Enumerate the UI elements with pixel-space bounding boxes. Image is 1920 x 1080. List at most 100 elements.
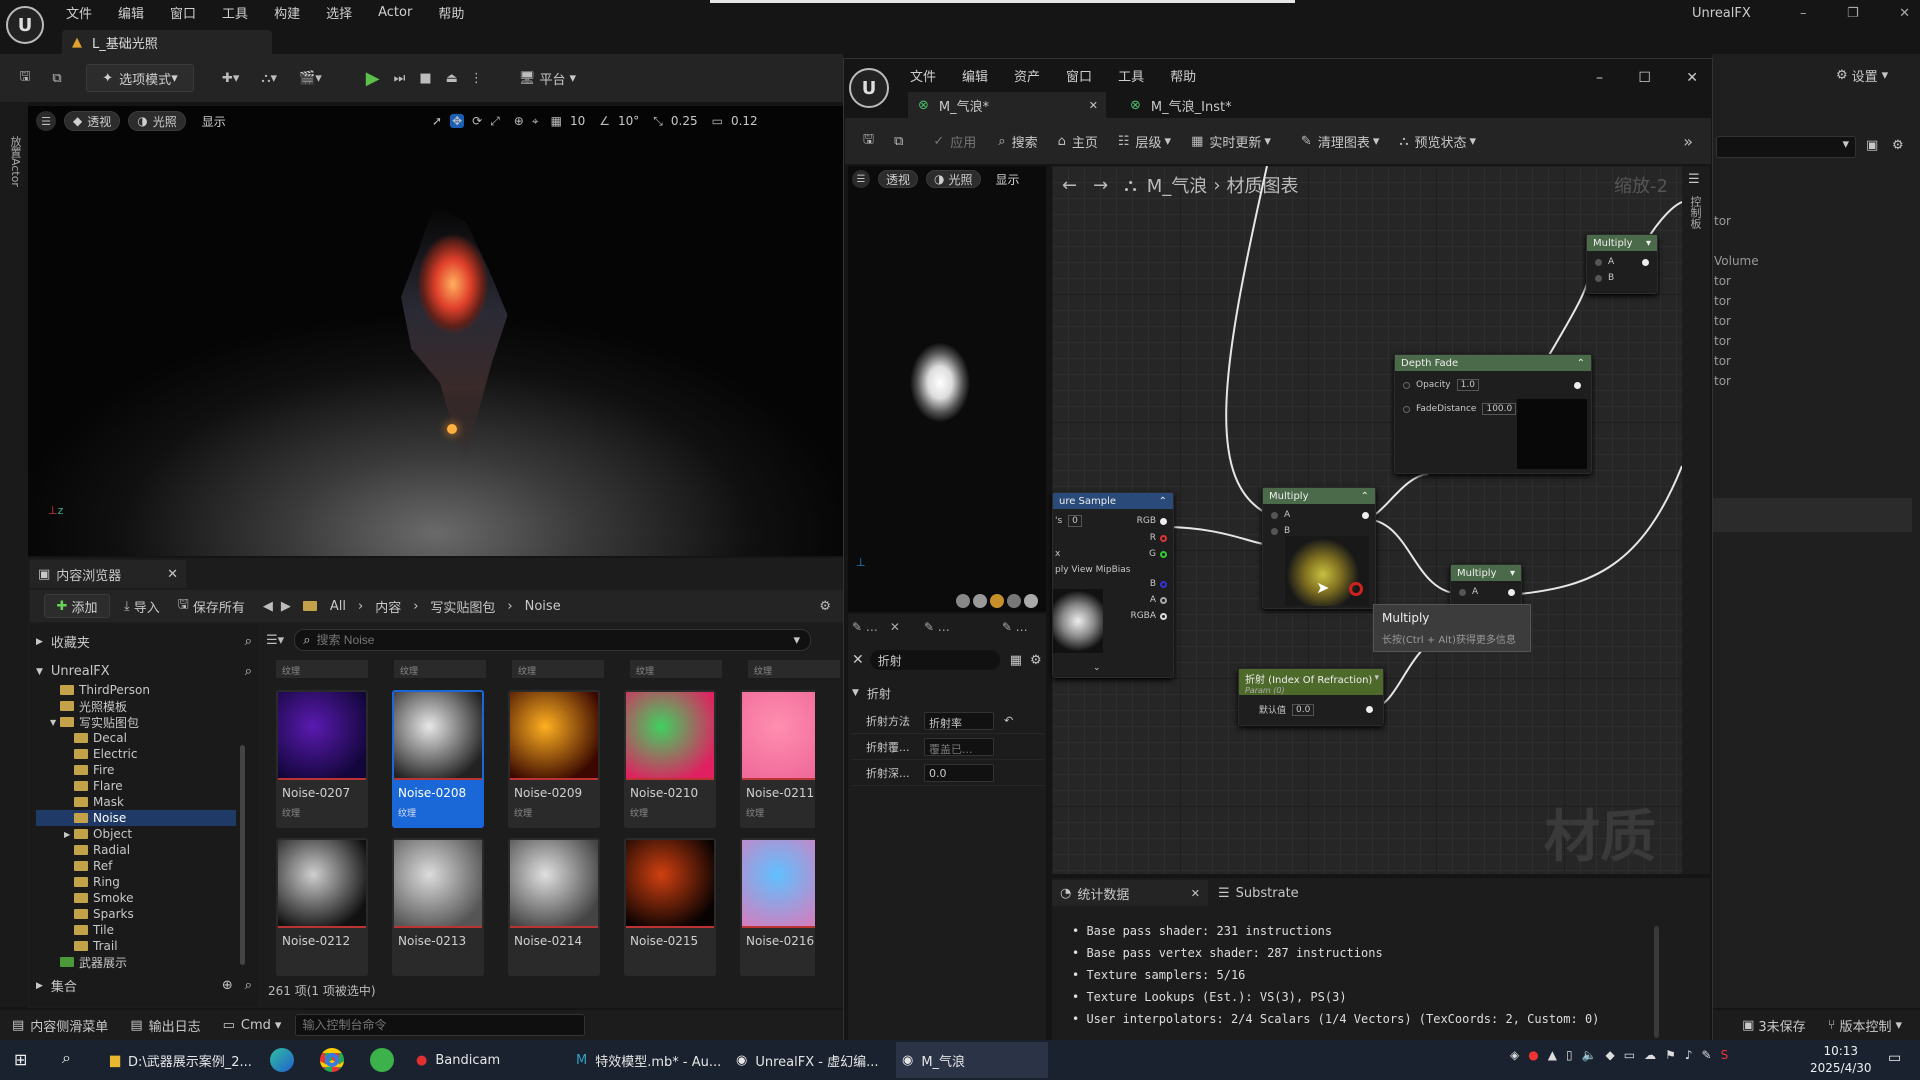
import-icon[interactable]: ⤓ — [124, 599, 130, 614]
asset-tile[interactable]: Noise-0211 纹理 — [740, 690, 815, 828]
back-icon[interactable]: ◀ — [263, 599, 273, 614]
search-button[interactable]: 搜索 — [1012, 132, 1038, 151]
clean-graph-button[interactable]: 清理图表 — [1318, 132, 1370, 151]
asset-tile[interactable]: Noise-0208 纹理 — [392, 690, 484, 828]
lighting-button[interactable]: ◑ 光照 — [128, 111, 186, 131]
tree-folder[interactable]: ThirdPerson — [36, 682, 236, 698]
settings-button[interactable]: ⚙ 设置 ▾ — [1836, 66, 1888, 85]
tray-battery-icon[interactable]: ▯ — [1566, 1048, 1573, 1062]
opacity-input[interactable]: 1.0 — [1456, 379, 1479, 391]
tree-folder[interactable]: Decal — [36, 730, 236, 746]
preview-lighting-button[interactable]: ◑ 光照 — [926, 170, 981, 188]
right-list-item[interactable]: tor — [1714, 374, 1914, 394]
me-menu-window[interactable]: 窗口 — [1066, 66, 1092, 85]
menu-build[interactable]: 构建 — [274, 3, 300, 22]
cinematics-icon[interactable]: 🎬▾ — [299, 71, 322, 86]
custom-mesh-icon[interactable] — [1024, 594, 1038, 608]
close-tab-icon[interactable]: ✕ — [167, 567, 178, 582]
collections-header[interactable]: ▶ 集合 ⊕ ⌕ — [36, 976, 252, 995]
mode-button[interactable]: ✦ 选项模式 ▾ — [86, 64, 194, 92]
rotate-icon[interactable]: ⟳ — [472, 114, 482, 128]
expanded-arrow-icon[interactable]: ▼ — [50, 718, 60, 727]
menu-tools[interactable]: 工具 — [222, 3, 248, 22]
palette-label[interactable]: 控制板 — [1688, 196, 1702, 229]
output-pin[interactable] — [1642, 258, 1649, 266]
details-settings-icon[interactable]: ⚙ — [1030, 653, 1042, 668]
tree-folder[interactable]: Ref — [36, 858, 236, 874]
scale-snap-icon[interactable]: ⤡ — [653, 114, 663, 129]
b-pin[interactable] — [1160, 580, 1167, 588]
close-icon[interactable]: ✕ — [1899, 6, 1910, 21]
blueprint-icon[interactable]: ⛬▾ — [261, 71, 277, 86]
source-control-button[interactable]: 版本控制 — [1839, 1016, 1891, 1035]
collapsed-arrow-icon[interactable]: ▶ — [64, 830, 74, 839]
add-collection-icon[interactable]: ⊕ — [222, 978, 233, 993]
breadcrumb-pack[interactable]: 写实贴图包 — [430, 597, 495, 616]
taskbar-search-icon[interactable]: ⌕ — [62, 1048, 71, 1068]
platform-icon[interactable]: 🖥 — [519, 71, 536, 86]
details-pencil3-icon[interactable]: ✎ … — [1002, 620, 1028, 634]
a-pin[interactable] — [1160, 596, 1167, 604]
camera-speed-icon[interactable]: ▭ — [712, 114, 723, 128]
windows-start-icon[interactable]: ⊞ — [14, 1050, 27, 1069]
wechat-icon[interactable] — [370, 1048, 394, 1072]
camera-speed-value[interactable]: 0.12 — [731, 114, 758, 128]
hierarchy-button[interactable]: 层级 — [1136, 132, 1162, 151]
me-minimize-icon[interactable]: – — [1596, 70, 1603, 86]
cube-icon[interactable] — [973, 594, 987, 608]
refraction-section-header[interactable]: ▼ 折射 — [852, 684, 1044, 702]
tray-icon-6[interactable]: ◆ — [1606, 1048, 1615, 1062]
tree-folder[interactable]: Fire — [36, 762, 236, 778]
details-row-value[interactable]: 0.0 — [924, 763, 994, 782]
asset-tile[interactable]: Noise-0210 纹理 — [624, 690, 716, 828]
me-close-icon[interactable]: ✕ — [1686, 70, 1698, 86]
me-tab-active[interactable]: ⊗ M_气浪* ✕ — [908, 92, 1106, 118]
preview-show-button[interactable]: 显示 — [989, 170, 1027, 188]
details-row-value[interactable]: 折射率 — [924, 711, 994, 730]
play-icon[interactable]: ▶ — [366, 68, 380, 89]
details-pencil2-icon[interactable]: ✎ … — [924, 620, 950, 634]
stats-close-icon[interactable]: ✕ — [1191, 887, 1200, 900]
content-browser-tab[interactable]: ▣ 内容浏览器 ✕ — [30, 560, 186, 588]
palette-menu-icon[interactable]: ☰ — [1688, 172, 1700, 187]
me-menu-edit[interactable]: 编辑 — [962, 66, 988, 85]
forward-icon[interactable]: ▶ — [281, 599, 291, 614]
collections-search-icon[interactable]: ⌕ — [245, 978, 252, 993]
right-list-item[interactable]: tor — [1714, 274, 1914, 294]
tray-volume-icon[interactable]: 🔈 — [1582, 1048, 1597, 1062]
ior-value-input[interactable]: 0.0 — [1292, 703, 1315, 716]
clock[interactable]: 10:13 2025/4/30 — [1810, 1043, 1872, 1077]
me-save-icon[interactable]: 🖫 — [863, 130, 874, 152]
tree-folder[interactable]: ▶ Object — [36, 826, 236, 842]
angle-snap-icon[interactable]: ∠ — [599, 114, 610, 128]
stats-tab[interactable]: ◔ 统计数据 ✕ — [1052, 880, 1208, 906]
favorites-header[interactable]: ▶ 收藏夹 ⌕ — [36, 632, 252, 651]
unreal-logo[interactable]: U — [6, 6, 44, 44]
level-tab[interactable]: ▲ L_基础光照 — [62, 30, 272, 54]
tree-folder[interactable]: Ring — [36, 874, 236, 890]
tray-pen-icon[interactable]: ✎ — [1702, 1048, 1712, 1062]
menu-window[interactable]: 窗口 — [170, 3, 196, 22]
asset-tile[interactable]: Noise-0209 纹理 — [508, 690, 600, 828]
filter-icon[interactable]: ☰▾ — [266, 633, 284, 648]
rgba-pin[interactable] — [1160, 612, 1167, 620]
favorites-search-icon[interactable]: ⌕ — [245, 634, 252, 649]
platform-label[interactable]: 平台 — [539, 69, 565, 88]
tree-folder[interactable]: 武器展示 — [36, 954, 236, 970]
live-update-button[interactable]: 实时更新 — [1209, 132, 1261, 151]
me-maximize-icon[interactable]: ☐ — [1638, 70, 1651, 86]
tree-folder[interactable]: Noise — [36, 810, 236, 826]
me-browse-icon[interactable]: ⧉ — [894, 134, 903, 149]
more-icon[interactable]: ⋮ — [470, 71, 483, 86]
stats-scrollbar[interactable] — [1654, 926, 1659, 1038]
pin-b[interactable] — [1595, 274, 1602, 282]
move-icon[interactable]: ✥ — [450, 114, 465, 128]
asset-tile[interactable]: Noise-0212 — [276, 838, 368, 976]
tree-folder[interactable]: ▼ 写实贴图包 — [36, 714, 236, 730]
maximize-icon[interactable]: ❐ — [1847, 6, 1859, 21]
right-list-item[interactable]: tor — [1714, 354, 1914, 374]
sphere-icon[interactable] — [956, 594, 970, 608]
right-list-item[interactable]: Volume — [1714, 254, 1914, 274]
apply-button[interactable]: 应用 — [950, 132, 976, 151]
home-button[interactable]: 主页 — [1072, 132, 1098, 151]
